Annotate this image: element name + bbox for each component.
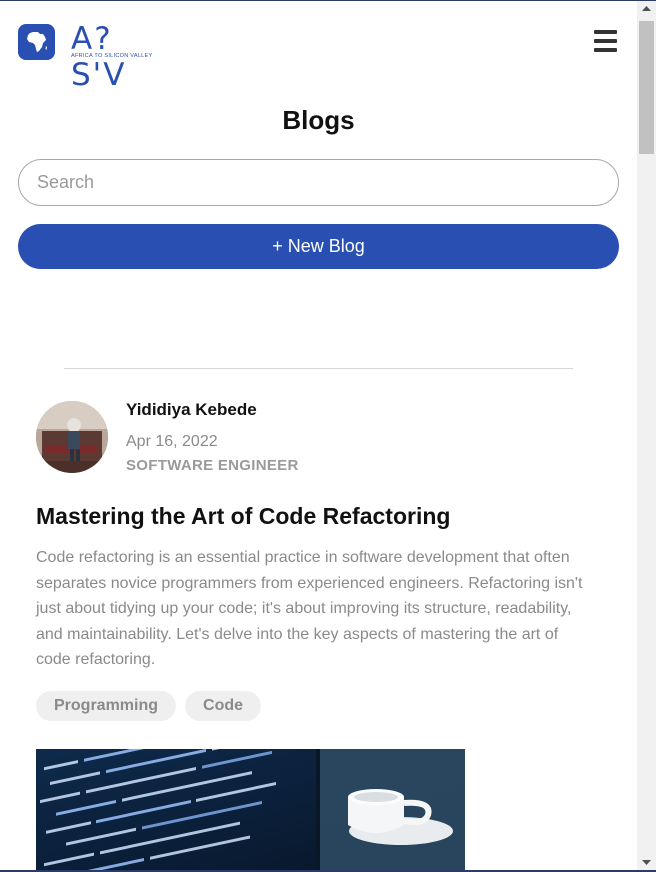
logo-wordmark: A?S'V AFRICA TO SILICON VALLEY [71,21,163,93]
logo-tagline: AFRICA TO SILICON VALLEY [71,53,153,59]
vertical-scrollbar[interactable] [637,1,656,870]
scrollbar-thumb[interactable] [639,21,654,154]
tag-list: Programming Code [36,691,262,721]
tag-code[interactable]: Code [185,691,262,721]
scroll-down-arrow-icon[interactable] [637,853,656,870]
author-avatar[interactable] [36,401,108,473]
divider [64,368,573,369]
author-role: SOFTWARE ENGINEER [126,457,299,474]
post-date: Apr 16, 2022 [126,433,218,450]
post-title[interactable]: Mastering the Art of Code Refactoring [36,503,450,530]
post-excerpt: Code refactoring is an essential practic… [36,549,583,668]
site-logo[interactable]: A?S'V AFRICA TO SILICON VALLEY [18,21,163,93]
africa-map-icon [18,24,55,60]
post-cover-image[interactable] [36,749,465,870]
search-input[interactable] [18,159,619,206]
hamburger-icon[interactable] [594,30,617,52]
site-header: A?S'V AFRICA TO SILICON VALLEY [0,0,637,93]
tag-programming[interactable]: Programming [36,691,177,721]
new-blog-button[interactable]: + New Blog [18,224,619,269]
author-name[interactable]: Yididiya Kebede [126,400,257,420]
scroll-up-arrow-icon[interactable] [637,1,656,18]
page-title: Blogs [282,105,355,135]
